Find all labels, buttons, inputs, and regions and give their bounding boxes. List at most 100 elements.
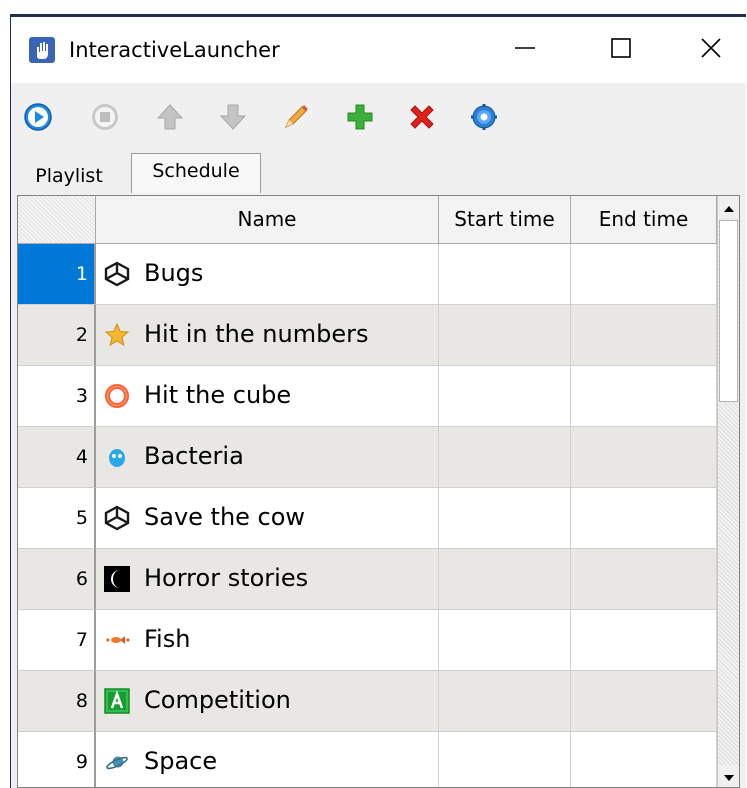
play-button[interactable] [21,102,55,136]
scroll-down-button[interactable] [718,765,739,787]
schedule-table: Name Start time End time 1 Bugs 2 Hit in… [17,195,740,788]
window-title: InteractiveLauncher [69,38,280,62]
unity-icon [104,261,130,287]
row-header[interactable]: 1 [18,244,96,305]
add-button[interactable] [343,102,377,136]
moon-icon [104,566,130,592]
blob-icon [104,444,130,470]
end-time-cell[interactable] [571,366,717,427]
settings-button[interactable] [467,102,501,136]
end-time-cell[interactable] [571,244,717,305]
end-time-cell[interactable] [571,488,717,549]
game-name: Bacteria [144,442,244,470]
table-row[interactable]: 8 Competition [18,671,717,732]
scroll-thumb[interactable] [719,220,738,402]
toolbar [11,83,746,153]
maximize-button[interactable] [589,25,653,75]
tab-playlist[interactable]: Playlist [15,159,123,193]
letter-a-icon [104,688,130,714]
start-time-cell[interactable] [439,732,571,787]
row-header[interactable]: 6 [18,549,96,610]
game-name: Bugs [144,259,204,287]
start-time-cell[interactable] [439,610,571,671]
name-cell[interactable]: Bacteria [96,427,439,488]
name-cell[interactable]: Save the cow [96,488,439,549]
close-button[interactable] [679,25,743,75]
name-cell[interactable]: Space [96,732,439,787]
game-name: Space [144,747,218,775]
start-time-cell[interactable] [439,671,571,732]
end-time-cell[interactable] [571,305,717,366]
tab-bar: Playlist Schedule [11,153,746,193]
table-row[interactable]: 7 Fish [18,610,717,671]
row-header[interactable]: 9 [18,732,96,787]
row-header[interactable]: 4 [18,427,96,488]
table-row[interactable]: 5 Save the cow [18,488,717,549]
tab-schedule[interactable]: Schedule [131,153,261,193]
fish-icon [104,627,130,653]
column-header-end-time[interactable]: End time [571,196,717,244]
delete-button[interactable] [405,102,439,136]
start-time-cell[interactable] [439,488,571,549]
app-window: InteractiveLauncher Playlist Schedule Na… [10,14,746,788]
hand-app-icon [29,37,55,63]
end-time-cell[interactable] [571,610,717,671]
stop-button[interactable] [88,102,122,136]
maximize-icon [610,37,632,63]
start-time-cell[interactable] [439,244,571,305]
play-icon [23,102,53,136]
close-icon [700,37,722,63]
ring-icon [104,383,130,409]
table-row[interactable]: 6 Horror stories [18,549,717,610]
scroll-up-button[interactable] [718,196,739,218]
row-header[interactable]: 3 [18,366,96,427]
move-down-button[interactable] [216,102,250,136]
table-row[interactable]: 4 Bacteria [18,427,717,488]
column-header-start-time[interactable]: Start time [439,196,571,244]
table-row[interactable]: 2 Hit in the numbers [18,305,717,366]
pencil-icon [281,102,311,136]
arrow-down-icon [218,102,248,136]
triangle-down-icon [723,767,735,786]
start-time-cell[interactable] [439,427,571,488]
start-time-cell[interactable] [439,549,571,610]
end-time-cell[interactable] [571,549,717,610]
select-all-corner[interactable] [18,196,96,244]
game-name: Save the cow [144,503,306,531]
name-cell[interactable]: Hit the cube [96,366,439,427]
stop-icon [90,102,120,136]
name-cell[interactable]: Hit in the numbers [96,305,439,366]
minimize-button[interactable] [493,25,557,75]
row-header[interactable]: 7 [18,610,96,671]
name-cell[interactable]: Horror stories [96,549,439,610]
gear-icon [470,103,498,135]
name-cell[interactable]: Competition [96,671,439,732]
end-time-cell[interactable] [571,671,717,732]
vertical-scrollbar[interactable] [717,196,739,787]
minimize-icon [514,37,536,63]
start-time-cell[interactable] [439,366,571,427]
triangle-up-icon [723,198,735,217]
game-name: Fish [144,625,191,653]
start-time-cell[interactable] [439,305,571,366]
planet-icon [104,749,130,775]
title-bar[interactable]: InteractiveLauncher [11,17,746,83]
row-header[interactable]: 8 [18,671,96,732]
end-time-cell[interactable] [571,427,717,488]
column-header-name[interactable]: Name [96,196,439,244]
name-cell[interactable]: Bugs [96,244,439,305]
plus-icon [345,102,375,136]
end-time-cell[interactable] [571,732,717,787]
row-header[interactable]: 5 [18,488,96,549]
row-header[interactable]: 2 [18,305,96,366]
table-row[interactable]: 9 Space [18,732,717,787]
move-up-button[interactable] [153,102,187,136]
edit-button[interactable] [279,102,313,136]
table-row[interactable]: 1 Bugs [18,244,717,305]
star-icon [104,322,130,348]
name-cell[interactable]: Fish [96,610,439,671]
game-name: Hit the cube [144,381,292,409]
delete-icon [407,102,437,136]
game-name: Competition [144,686,291,714]
table-row[interactable]: 3 Hit the cube [18,366,717,427]
